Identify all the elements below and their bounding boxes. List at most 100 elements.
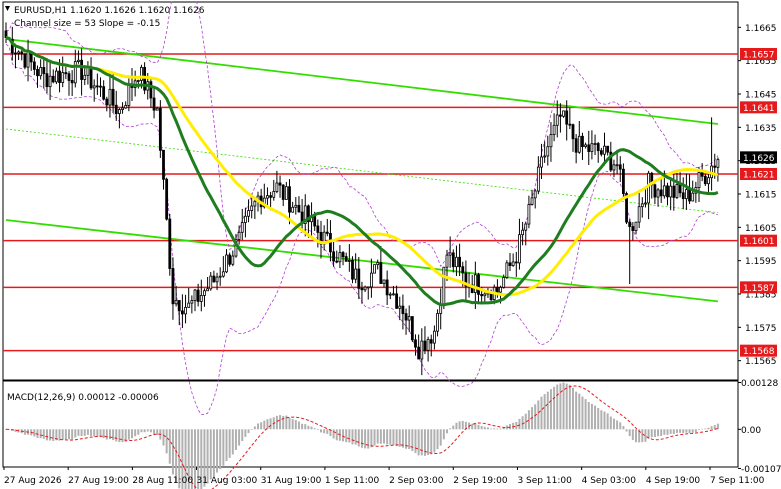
macd-bar (657, 429, 660, 437)
candle-body (552, 124, 556, 136)
macd-bar (153, 429, 156, 434)
candle-body (284, 186, 288, 200)
macd-bar (534, 404, 537, 430)
candle-body (338, 252, 342, 263)
candle-body (237, 231, 241, 240)
macd-bar (682, 429, 685, 434)
candle-body (269, 195, 273, 198)
candle-body (669, 185, 673, 198)
candle-body (382, 279, 386, 284)
macd-bar (162, 429, 165, 446)
macd-bar (612, 418, 615, 430)
candle-body (190, 300, 194, 304)
macd-bar (474, 423, 477, 430)
macd-bar (288, 417, 291, 430)
candle-body (23, 53, 27, 68)
macd-bar (420, 429, 423, 456)
macd-bar (146, 429, 149, 432)
candle-body (536, 166, 540, 192)
macd-bar (455, 422, 458, 430)
candle-body (48, 75, 52, 88)
candle-body (584, 144, 587, 148)
candle-body (634, 221, 638, 232)
candle-body (187, 302, 191, 308)
macd-bar (310, 426, 313, 430)
candle-body (231, 255, 235, 265)
macd-y-tick-label: -0.00107 (741, 465, 781, 475)
candle-body (681, 192, 685, 200)
macd-bar (71, 429, 74, 440)
x-tick-label: 27 Aug 2026 (4, 476, 62, 486)
candle-body (423, 340, 427, 351)
candle-body (332, 251, 336, 262)
candle-body (404, 313, 408, 321)
macd-bar (165, 429, 168, 454)
macd-bar (669, 429, 672, 434)
macd-bar (590, 403, 593, 430)
macd-label: MACD(12,26,9) 0.00012 -0.00006 (7, 393, 159, 403)
macd-bar (222, 429, 225, 466)
candle-body (596, 143, 600, 152)
level-label-1.1641: 1.1641 (743, 104, 775, 114)
macd-bar (688, 429, 691, 434)
macd-bar (685, 429, 688, 433)
candle-body (228, 254, 232, 265)
macd-bar (61, 429, 64, 440)
candle-body (647, 172, 650, 204)
candle-body (105, 98, 109, 106)
candle-body (218, 275, 222, 278)
candle-body (518, 234, 521, 264)
candle-body (351, 259, 354, 280)
candle-body (70, 80, 74, 84)
macd-bar (68, 429, 70, 440)
macd-bar (584, 399, 587, 430)
x-tick-label: 2 Sep 19:00 (453, 476, 508, 486)
macd-bar (250, 429, 253, 430)
candle-body (73, 61, 77, 84)
candle-body (697, 172, 701, 189)
macd-bar (483, 426, 486, 430)
candle-body (316, 225, 320, 233)
candle-body (221, 271, 225, 277)
macd-bar (512, 422, 515, 430)
candle-body (77, 59, 80, 62)
macd-y-tick-label: 0.00128 (741, 379, 778, 389)
macd-y-tick-label: 0.00 (741, 426, 761, 436)
candle-body (344, 256, 348, 262)
macd-bar (496, 428, 499, 430)
macd-bar (376, 429, 379, 444)
candle-body (527, 204, 531, 225)
macd-bar (216, 429, 219, 473)
candle-body (615, 164, 619, 167)
macd-bar (105, 429, 108, 440)
macd-bar (597, 407, 600, 430)
candle-body (473, 274, 477, 293)
macd-bar (301, 423, 304, 430)
candle-body (401, 305, 405, 315)
macd-bar (609, 416, 612, 430)
macd-bar (546, 391, 549, 430)
macd-bar (93, 429, 96, 437)
macd-bar (304, 424, 307, 430)
macd-bar (543, 394, 546, 430)
candle-body (80, 59, 83, 80)
candle-body (95, 85, 99, 88)
candle-body (149, 81, 153, 99)
macd-bar (77, 429, 80, 436)
candle-body (83, 74, 87, 80)
candle-body (373, 264, 376, 274)
macd-bar (509, 424, 511, 430)
macd-bar (247, 429, 250, 434)
macd-bar (244, 429, 247, 437)
macd-bar (373, 429, 376, 446)
macd-bar (316, 429, 319, 430)
x-tick-label: 31 Aug 03:00 (197, 476, 258, 486)
macd-bar (427, 429, 430, 455)
macd-bar (364, 429, 367, 449)
macd-bar (565, 383, 568, 430)
macd-bar (307, 425, 310, 430)
candle-body (398, 305, 402, 309)
y-tick-label: 1.1635 (745, 124, 777, 134)
macd-bar (553, 386, 556, 430)
macd-bar (171, 429, 174, 475)
